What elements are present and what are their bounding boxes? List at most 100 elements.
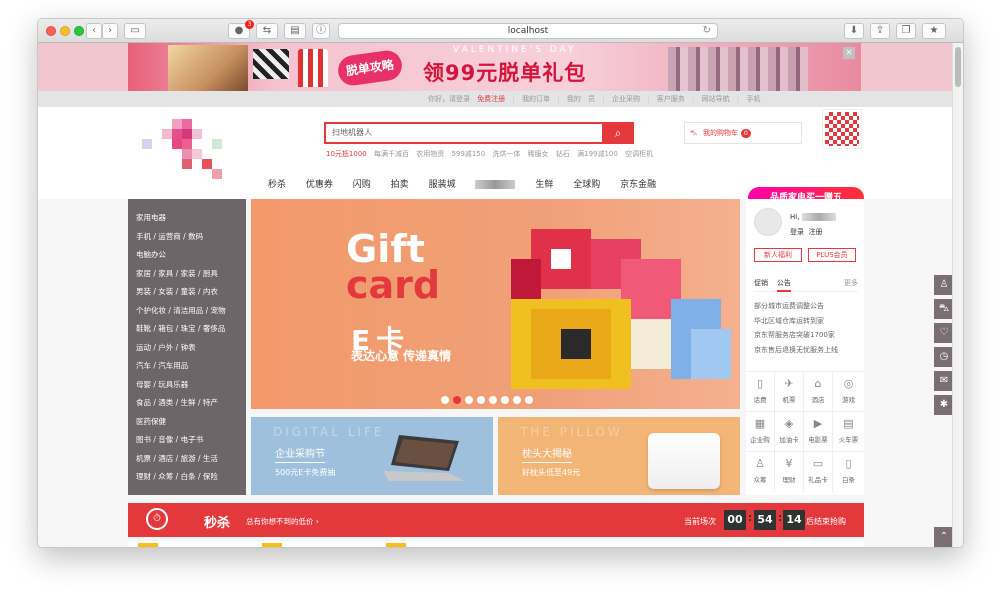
- service-item[interactable]: ▦ 企业购: [746, 412, 775, 452]
- page-scrollbar[interactable]: [952, 43, 963, 547]
- info-button[interactable]: ⓘ: [312, 23, 330, 39]
- login-link[interactable]: 登录: [790, 228, 804, 236]
- minimize-window-button[interactable]: [60, 26, 70, 36]
- service-item[interactable]: ¥ 理财: [775, 452, 804, 492]
- qr-code[interactable]: [822, 109, 862, 149]
- category-item[interactable]: 家用电器: [128, 209, 246, 228]
- service-item[interactable]: ✈ 机票: [775, 372, 804, 412]
- greeting-link[interactable]: 你好，请登录: [428, 95, 470, 103]
- extension-star-button[interactable]: ★: [922, 23, 946, 39]
- sidebar-button[interactable]: ▭: [124, 23, 146, 39]
- download-button[interactable]: ⬇: [844, 23, 864, 39]
- hotword[interactable]: 洗烘一体: [492, 150, 520, 158]
- orders-link[interactable]: 我的订单: [522, 95, 550, 103]
- new-user-button[interactable]: 新人福利: [754, 248, 802, 262]
- share-icon[interactable]: ✱: [934, 395, 954, 415]
- back-button[interactable]: ‹: [86, 23, 102, 39]
- carousel-dot[interactable]: [525, 396, 533, 404]
- seckill-bar[interactable]: ⏱ 秒杀 总有你想不到的低价 › 当前场次 00 : 54 : 14 后结束抢购: [128, 503, 864, 537]
- register-link[interactable]: 注册: [808, 228, 822, 236]
- register-link[interactable]: 免费注册: [477, 95, 505, 103]
- nav-item[interactable]: 闪购: [353, 180, 371, 190]
- cart-button[interactable]: ⛍ 我的购物车 0: [684, 122, 802, 144]
- adblock-button[interactable]: ● 3: [228, 20, 254, 39]
- close-window-button[interactable]: [46, 26, 56, 36]
- news-item[interactable]: 京东帮服务店突破1700家: [754, 328, 838, 343]
- service-item[interactable]: ▶ 电影票: [804, 412, 833, 452]
- sub-banner-pillow[interactable]: THE PILLOW 枕头大揭秘 好枕头低至49元: [498, 417, 740, 495]
- user-icon[interactable]: ♙: [934, 275, 954, 295]
- category-item[interactable]: 母婴 / 玩具乐器: [128, 376, 246, 395]
- nav-item[interactable]: 拍卖: [391, 180, 409, 190]
- tabs-button[interactable]: ❐: [896, 23, 916, 39]
- reload-icon[interactable]: ↻: [703, 24, 711, 38]
- carousel-dot[interactable]: [501, 396, 509, 404]
- hotword[interactable]: 空调柜机: [625, 150, 653, 158]
- enterprise-link[interactable]: 企业采购: [612, 95, 640, 103]
- hotword[interactable]: 每满千减百: [374, 150, 409, 158]
- address-bar[interactable]: localhost ↻: [338, 23, 718, 39]
- carousel-dot[interactable]: [489, 396, 497, 404]
- zoom-window-button[interactable]: [74, 26, 84, 36]
- service-item[interactable]: ⌂ 酒店: [804, 372, 833, 412]
- banner-close-icon[interactable]: ×: [843, 47, 855, 59]
- search-input[interactable]: 扫地机器人: [332, 127, 372, 138]
- nav-item[interactable]: 京东金融: [620, 180, 656, 190]
- service-item[interactable]: ◈ 加油卡: [775, 412, 804, 452]
- tab-promo[interactable]: 促销: [754, 279, 768, 287]
- category-item[interactable]: 汽车 / 汽车用品: [128, 357, 246, 376]
- avatar[interactable]: [754, 208, 782, 236]
- search-box[interactable]: 扫地机器人 ⌕: [324, 122, 634, 144]
- valentine-banner[interactable]: 脱单攻略 VALENTINE'S DAY 领99元脱单礼包 ×: [38, 43, 954, 91]
- heart-icon[interactable]: ♡: [934, 323, 954, 343]
- valentine-banner-image[interactable]: 脱单攻略 VALENTINE'S DAY 领99元脱单礼包 ×: [128, 43, 861, 91]
- my-link[interactable]: 我的: [567, 95, 581, 103]
- sitenav-link[interactable]: 网站导航: [702, 95, 730, 103]
- hotword[interactable]: 钻石: [556, 150, 570, 158]
- carousel-dot[interactable]: [513, 396, 521, 404]
- service-item[interactable]: ▭ 礼品卡: [804, 452, 833, 492]
- nav-item[interactable]: 服装城: [429, 180, 456, 190]
- hotword[interactable]: 农用物资: [416, 150, 444, 158]
- more-link[interactable]: 更多: [844, 278, 858, 288]
- seckill-subtitle[interactable]: 总有你想不到的低价 ›: [246, 516, 319, 527]
- hotword[interactable]: 10元抵1000: [326, 150, 367, 158]
- carousel-dot[interactable]: [477, 396, 485, 404]
- service-item[interactable]: ◎ 游戏: [833, 372, 864, 412]
- category-item[interactable]: 运动 / 户外 / 钟表: [128, 339, 246, 358]
- main-carousel[interactable]: Gift card E卡 表达心意 传递真情: [251, 199, 740, 409]
- category-item[interactable]: 电脑办公: [128, 246, 246, 265]
- extension-button[interactable]: ⇆: [256, 23, 278, 39]
- nav-item[interactable]: 生鲜: [535, 180, 553, 190]
- site-logo[interactable]: [128, 107, 246, 213]
- category-item[interactable]: 图书 / 音像 / 电子书: [128, 431, 246, 450]
- nav-item[interactable]: 优惠券: [306, 180, 333, 190]
- category-item[interactable]: 手机 / 运营商 / 数码: [128, 228, 246, 247]
- search-button[interactable]: ⌕: [602, 122, 634, 144]
- carousel-dot-active[interactable]: [453, 396, 461, 404]
- service-item[interactable]: ▯ 话费: [746, 372, 775, 412]
- hotword[interactable]: 599减150: [451, 150, 485, 158]
- news-item[interactable]: 部分城市运费调整公告: [754, 299, 838, 314]
- carousel-dot[interactable]: [465, 396, 473, 404]
- forward-button[interactable]: ›: [102, 23, 118, 39]
- category-item[interactable]: 机票 / 酒店 / 旅游 / 生活: [128, 450, 246, 469]
- category-item[interactable]: 理财 / 众筹 / 白条 / 保险: [128, 468, 246, 487]
- service-link[interactable]: 客户服务: [657, 95, 685, 103]
- news-item[interactable]: 京东售后退换无忧服务上线: [754, 343, 838, 358]
- back-to-top-icon[interactable]: ⌃: [934, 527, 954, 547]
- history-icon[interactable]: ◷: [934, 347, 954, 367]
- category-item[interactable]: 男装 / 女装 / 童装 / 内衣: [128, 283, 246, 302]
- nav-item[interactable]: 秒杀: [268, 180, 286, 190]
- message-icon[interactable]: ✉: [934, 371, 954, 391]
- category-item[interactable]: 个护化妆 / 清洁用品 / 宠物: [128, 302, 246, 321]
- cart-icon[interactable]: ⛍: [934, 299, 954, 319]
- tab-notice[interactable]: 公告: [776, 279, 791, 292]
- member-link[interactable]: 员: [588, 95, 595, 103]
- news-item[interactable]: 华北区域仓库运转到家: [754, 314, 838, 329]
- reader-button[interactable]: ▤: [284, 23, 306, 39]
- plus-member-button[interactable]: PLUS会员: [808, 248, 856, 262]
- category-item[interactable]: 食品 / 酒类 / 生鲜 / 特产: [128, 394, 246, 413]
- scrollbar-thumb[interactable]: [955, 47, 961, 87]
- category-item[interactable]: 家居 / 家具 / 家装 / 厨具: [128, 265, 246, 284]
